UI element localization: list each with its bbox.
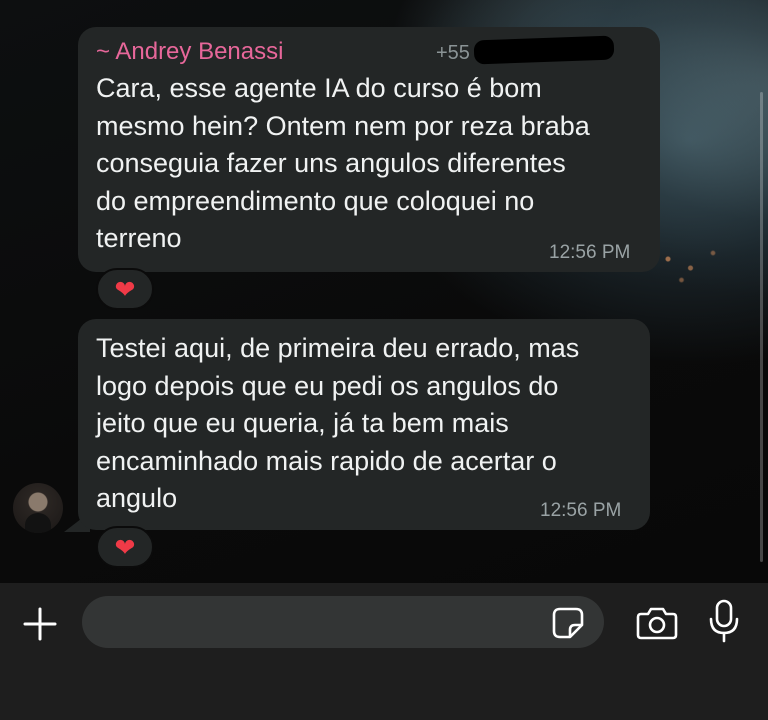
sender-name[interactable]: ~ Andrey Benassi [96, 38, 283, 66]
camera-button[interactable] [634, 602, 680, 644]
plus-icon [23, 607, 57, 641]
camera-icon [636, 607, 678, 640]
message-time-1: 12:56 PM [549, 242, 631, 263]
heart-reaction-2[interactable]: ❤ [96, 526, 154, 568]
heart-icon: ❤ [114, 274, 136, 304]
redaction-mark [473, 35, 615, 65]
message-text-2: Testei aqui, de primeira deu errado, mas… [96, 333, 580, 513]
microphone-button[interactable] [704, 598, 744, 644]
sender-avatar[interactable] [13, 483, 63, 533]
microphone-icon [709, 599, 739, 643]
heart-icon: ❤ [114, 532, 136, 562]
sticker-button[interactable] [548, 605, 588, 641]
heart-reaction-1[interactable]: ❤ [96, 268, 154, 310]
attach-button[interactable] [20, 604, 60, 644]
message-text-1: Cara, esse agente IA do curso é bom mesm… [96, 73, 590, 253]
message-input[interactable] [82, 596, 604, 648]
message-time-2: 12:56 PM [540, 500, 622, 521]
sticker-icon [552, 607, 584, 639]
wallpaper-city-lights [650, 235, 740, 295]
scroll-indicator[interactable] [760, 92, 763, 562]
